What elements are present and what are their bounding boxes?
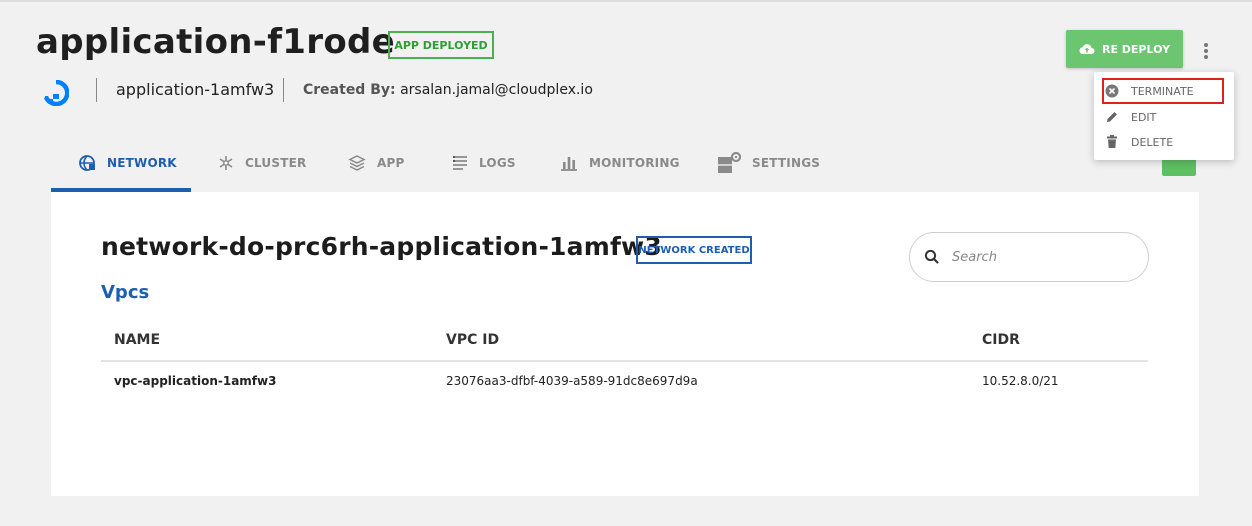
menu-item-label: DELETE xyxy=(1131,135,1174,149)
tab-settings[interactable]: SETTINGS xyxy=(716,138,820,188)
vpc-table-header: NAME VPC ID CIDR xyxy=(101,322,1148,362)
network-title: network-do-prc6rh-application-1amfw3 xyxy=(101,232,662,261)
created-by-value: arsalan.jamal@cloudplex.io xyxy=(400,82,593,98)
expand-button[interactable] xyxy=(1162,160,1196,176)
column-header-name: NAME xyxy=(114,332,161,348)
tab-label: CLUSTER xyxy=(245,156,307,170)
application-subname: application-1amfw3 xyxy=(116,80,275,99)
cloud-upload-icon xyxy=(1079,44,1095,55)
tab-label: APP xyxy=(377,156,405,170)
page-title: application-f1rode xyxy=(36,22,395,62)
tab-logs[interactable]: LOGS xyxy=(451,138,516,188)
search-icon xyxy=(924,249,939,264)
header-separator xyxy=(96,78,97,102)
app-icon xyxy=(348,155,366,171)
cell-vpc-name: vpc-application-1amfw3 xyxy=(114,374,277,388)
tab-cluster[interactable]: CLUSTER xyxy=(217,138,306,188)
menu-item-delete[interactable]: DELETE xyxy=(1104,131,1222,153)
cell-vpc-id: 23076aa3-dfbf-4039-a589-91dc8e697d9a xyxy=(446,374,698,388)
settings-icon xyxy=(718,151,742,173)
network-panel: network-do-prc6rh-application-1amfw3 NET… xyxy=(51,192,1199,496)
more-options-icon[interactable] xyxy=(1196,40,1216,62)
menu-item-edit[interactable]: EDIT xyxy=(1104,106,1222,128)
redeploy-button[interactable]: RE DEPLOY xyxy=(1066,30,1183,68)
created-by-label: Created By: xyxy=(303,82,396,98)
tab-label: SETTINGS xyxy=(752,156,821,170)
tab-label: LOGS xyxy=(479,156,516,170)
cluster-icon xyxy=(219,156,233,170)
actions-dropdown-menu: TERMINATE EDIT DELETE xyxy=(1094,72,1234,160)
column-header-vpc-id: VPC ID xyxy=(446,332,500,348)
column-header-cidr: CIDR xyxy=(982,332,1020,348)
tab-network[interactable]: NETWORK xyxy=(77,138,177,188)
header-separator xyxy=(283,78,284,102)
search-input[interactable] xyxy=(950,248,1124,266)
tab-app[interactable]: APP xyxy=(347,138,404,188)
cell-cidr: 10.52.8.0/21 xyxy=(982,374,1059,388)
redeploy-label: RE DEPLOY xyxy=(1101,42,1171,56)
close-circle-icon xyxy=(1104,84,1120,98)
network-icon xyxy=(79,155,95,171)
monitoring-icon xyxy=(561,157,577,171)
tab-label: NETWORK xyxy=(107,156,177,170)
menu-item-terminate[interactable]: TERMINATE xyxy=(1102,78,1224,104)
trash-icon xyxy=(1104,135,1120,149)
menu-item-label: EDIT xyxy=(1131,110,1157,124)
tab-label: MONITORING xyxy=(589,156,680,170)
menu-item-label: TERMINATE xyxy=(1131,84,1194,98)
logs-icon xyxy=(453,156,467,170)
digitalocean-logo-icon xyxy=(43,80,69,106)
network-status-badge: NETWORK CREATED xyxy=(636,236,752,264)
tab-bar: NETWORK CLUSTER APP LOGS MONITORING SETT… xyxy=(51,138,820,192)
pencil-icon xyxy=(1104,110,1120,124)
top-border xyxy=(0,0,1252,2)
search-box[interactable] xyxy=(909,232,1149,282)
tab-monitoring[interactable]: MONITORING xyxy=(559,138,680,188)
created-by: Created By: arsalan.jamal@cloudplex.io xyxy=(303,82,593,98)
table-row[interactable]: vpc-application-1amfw3 23076aa3-dfbf-403… xyxy=(101,362,1148,400)
section-title-vpcs: Vpcs xyxy=(101,282,150,303)
app-status-badge: APP DEPLOYED xyxy=(388,31,494,59)
